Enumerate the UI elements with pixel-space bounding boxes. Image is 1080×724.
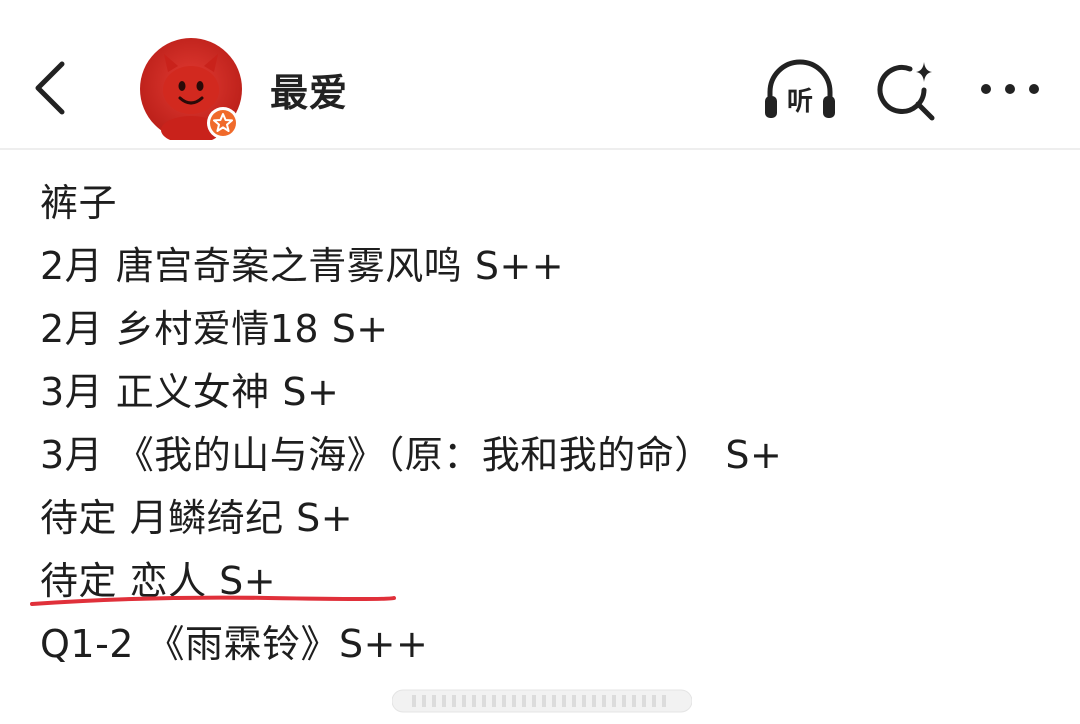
post-line: 裤子 bbox=[40, 181, 118, 225]
chevron-left-icon bbox=[35, 61, 65, 115]
post-line: Q1-2 《雨霖铃》S++ bbox=[40, 622, 429, 666]
avatar[interactable] bbox=[140, 38, 242, 144]
post-line: 2月 唐宫奇案之青雾风鸣 S++ bbox=[40, 244, 565, 288]
more-button[interactable] bbox=[978, 72, 1042, 106]
post-line: 3月 正义女神 S+ bbox=[40, 370, 340, 414]
search-button[interactable] bbox=[874, 58, 938, 122]
headphones-icon: 听 bbox=[765, 59, 835, 118]
post-line: 3月 《我的山与海》（原：我和我的命） S+ bbox=[40, 433, 783, 477]
hand-drawn-underline bbox=[30, 595, 396, 606]
post-line: 待定 月鳞绮纪 S+ bbox=[40, 496, 354, 540]
listen-label: 听 bbox=[787, 87, 813, 117]
star-badge-icon bbox=[207, 107, 239, 139]
top-bar: 最爱 听 bbox=[0, 0, 1080, 150]
more-dots-icon bbox=[981, 84, 1039, 94]
page-title: 最爱 bbox=[270, 71, 349, 115]
watermark-bar bbox=[392, 689, 692, 713]
post-line: 2月 乡村爱情18 S+ bbox=[40, 307, 389, 351]
listen-button[interactable]: 听 bbox=[762, 58, 838, 122]
back-button[interactable] bbox=[28, 58, 74, 118]
sparkle-search-icon bbox=[877, 62, 935, 121]
